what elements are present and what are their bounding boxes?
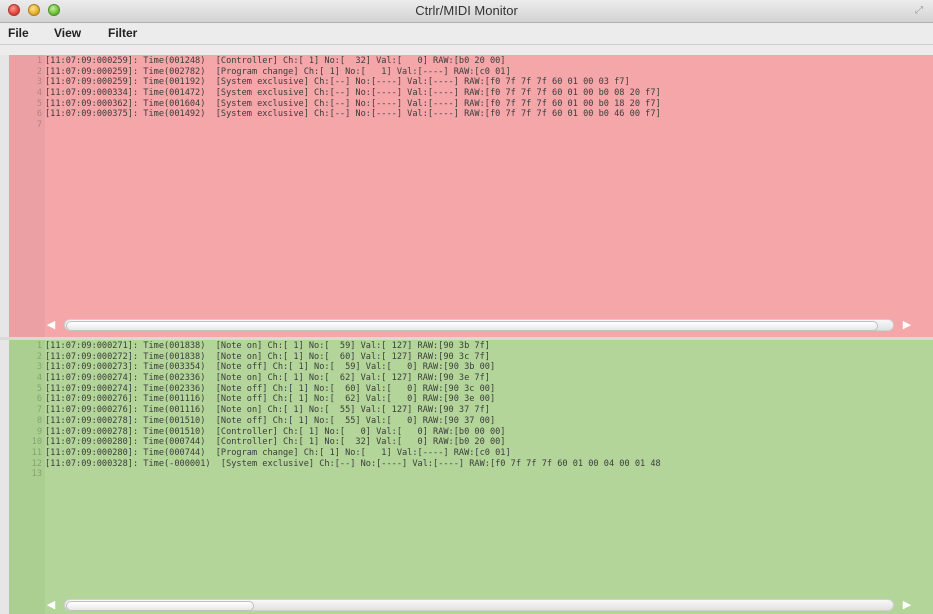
log-text: [11:07:09:000271]: Time(001838) [Note on… — [45, 341, 490, 351]
line-number: 3 — [36, 362, 42, 373]
line-number: 11 — [31, 447, 42, 458]
menu-filter[interactable]: Filter — [108, 26, 137, 40]
log-line: 6 [11:07:09:000276]: Time(001116) [Note o… — [9, 394, 661, 405]
line-number: 5 — [36, 383, 42, 394]
left-edge — [0, 340, 9, 614]
line-number: 1 — [36, 56, 42, 66]
line-number: 4 — [36, 373, 42, 384]
log-line: 1 [11:07:09:000271]: Time(001838) [Note o… — [9, 341, 661, 352]
log-text: [11:07:09:000276]: Time(001116) [Note on… — [45, 405, 490, 416]
log-line: 4 [11:07:09:000274]: Time(002336) [Note o… — [9, 373, 661, 384]
log-line: 9 [11:07:09:000278]: Time(001510) [Contro… — [9, 427, 661, 438]
line-number: 12 — [31, 458, 42, 469]
log-text: [11:07:09:000274]: Time(002336) [Note on… — [45, 373, 490, 384]
log-line: 4 [11:07:09:000334]: Time(001472) [System… — [9, 88, 661, 99]
scrollbar-thumb[interactable] — [66, 601, 254, 611]
line-number: 2 — [36, 66, 42, 77]
scrollbar-thumb[interactable] — [66, 321, 878, 331]
line-number: 5 — [36, 98, 42, 109]
menu-bar: File View Filter — [0, 23, 933, 45]
line-number: 2 — [36, 351, 42, 362]
line-number: 9 — [36, 426, 42, 437]
menu-file[interactable]: File — [8, 26, 29, 40]
log-line: 7 [11:07:09:000276]: Time(001116) [Note o… — [9, 405, 661, 416]
left-edge — [0, 55, 9, 337]
log-text: [11:07:09:000328]: Time(-000001) [System… — [45, 458, 661, 469]
log-text: [11:07:09:000274]: Time(002336) [Note of… — [45, 383, 496, 394]
log-text: [11:07:09:000280]: Time(000744) [Control… — [45, 437, 506, 448]
output-log-lines: 1 [11:07:09:000259]: Time(001248) [Contro… — [9, 56, 661, 131]
log-text: [11:07:09:000276]: Time(001116) [Note of… — [45, 394, 496, 405]
menu-view[interactable]: View — [54, 26, 81, 40]
scroll-left-arrow-icon[interactable]: ◀ — [44, 318, 58, 332]
line-number: 13 — [31, 469, 42, 480]
scrollbar-track[interactable] — [64, 599, 894, 611]
fullscreen-icon[interactable]: ⤢ — [913, 5, 925, 17]
log-line: 5 [11:07:09:000362]: Time(001604) [System… — [9, 99, 661, 110]
output-horizontal-scrollbar[interactable]: ◀ ▶ — [44, 318, 914, 332]
input-log-lines: 1 [11:07:09:000271]: Time(001838) [Note o… — [9, 341, 661, 480]
log-text: [11:07:09:000272]: Time(001838) [Note on… — [45, 351, 490, 362]
line-number: 8 — [36, 415, 42, 426]
log-text: [11:07:09:000375]: Time(001492) [System … — [45, 109, 661, 120]
line-number: 4 — [36, 88, 42, 99]
line-number: 7 — [36, 120, 42, 131]
input-log-pane[interactable]: 1 [11:07:09:000271]: Time(001838) [Note o… — [9, 340, 933, 614]
input-horizontal-scrollbar[interactable]: ◀ ▶ — [44, 598, 914, 612]
window-title: Ctrlr/MIDI Monitor — [415, 3, 518, 18]
line-number: 1 — [36, 341, 42, 351]
scroll-right-arrow-icon[interactable]: ▶ — [900, 318, 914, 332]
log-text: [11:07:09:000362]: Time(001604) [System … — [45, 98, 661, 109]
line-number: 6 — [36, 109, 42, 120]
log-line: 5 [11:07:09:000274]: Time(002336) [Note o… — [9, 384, 661, 395]
log-text: [11:07:09:000278]: Time(001510) [Control… — [45, 426, 506, 437]
log-text: [11:07:09:000278]: Time(001510) [Note of… — [45, 415, 496, 426]
log-line: 6 [11:07:09:000375]: Time(001492) [System… — [9, 109, 661, 120]
log-text: [11:07:09:000259]: Time(001248) [Control… — [45, 56, 506, 66]
log-line: 8 [11:07:09:000278]: Time(001510) [Note o… — [9, 416, 661, 427]
log-text: [11:07:09:000280]: Time(000744) [Program… — [45, 447, 511, 458]
log-line: 13 — [9, 469, 661, 480]
line-number: 3 — [36, 77, 42, 88]
log-line: 2 [11:07:09:000272]: Time(001838) [Note o… — [9, 352, 661, 363]
line-number: 6 — [36, 394, 42, 405]
toolbar-strip — [0, 45, 933, 55]
log-line: 10 [11:07:09:000280]: Time(000744) [Contr… — [9, 437, 661, 448]
scroll-left-arrow-icon[interactable]: ◀ — [44, 598, 58, 612]
scrollbar-track[interactable] — [64, 319, 894, 331]
scroll-right-arrow-icon[interactable]: ▶ — [900, 598, 914, 612]
log-line: 1 [11:07:09:000259]: Time(001248) [Contro… — [9, 56, 661, 67]
log-text: [11:07:09:000259]: Time(001192) [System … — [45, 77, 630, 88]
log-text: [11:07:09:000334]: Time(001472) [System … — [45, 88, 661, 99]
line-number: 10 — [31, 437, 42, 448]
log-line: 3 [11:07:09:000259]: Time(001192) [System… — [9, 77, 661, 88]
log-text: [11:07:09:000273]: Time(003354) [Note of… — [45, 362, 496, 373]
title-bar: Ctrlr/MIDI Monitor ⤢ — [0, 0, 933, 23]
log-line: 11 [11:07:09:000280]: Time(000744) [Progr… — [9, 448, 661, 459]
line-number: 7 — [36, 405, 42, 416]
log-line: 2 [11:07:09:000259]: Time(002782) [Progra… — [9, 67, 661, 78]
log-line: 12 [11:07:09:000328]: Time(-000001) [Syst… — [9, 459, 661, 470]
log-text: [11:07:09:000259]: Time(002782) [Program… — [45, 66, 511, 77]
log-line: 3 [11:07:09:000273]: Time(003354) [Note o… — [9, 362, 661, 373]
output-log-pane[interactable]: 1 [11:07:09:000259]: Time(001248) [Contro… — [9, 55, 933, 337]
log-line: 7 — [9, 120, 661, 131]
